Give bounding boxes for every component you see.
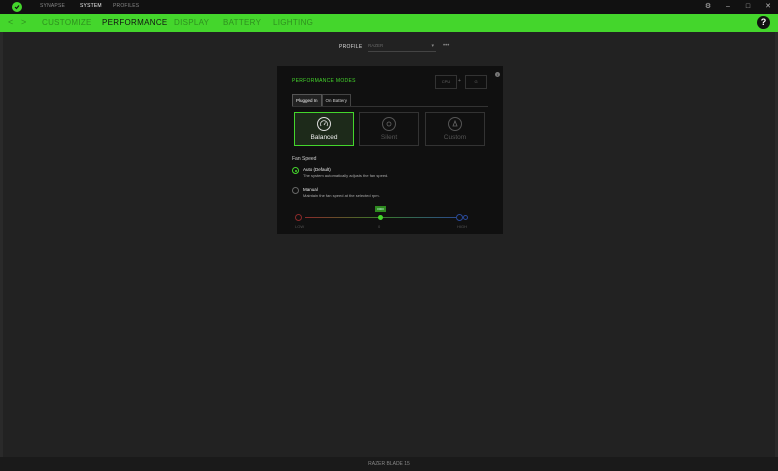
slider-label-low: LOW <box>295 224 305 229</box>
slider-label-mid: 0 <box>378 224 381 229</box>
mode-label-custom: Custom <box>443 134 467 141</box>
panel-title: PERFORMANCE MODES <box>292 78 356 84</box>
fan-max-icon <box>463 215 468 220</box>
tab-display[interactable]: DISPLAY <box>174 18 209 27</box>
maximize-icon[interactable]: □ <box>744 2 752 11</box>
top-tab-profiles[interactable]: PROFILES <box>113 3 139 9</box>
slider-tooltip: 0000 <box>375 206 386 212</box>
title-bar: SYNAPSE SYSTEM PROFILES ⚙ – □ ✕ <box>0 0 778 14</box>
gpu-mode-box[interactable]: G <box>465 75 487 89</box>
mode-label-silent: Silent <box>380 134 398 141</box>
profile-more-button[interactable]: ••• <box>443 43 449 49</box>
cpu-mode-box[interactable]: CPU <box>435 75 457 89</box>
tab-lighting[interactable]: LIGHTING <box>273 18 313 27</box>
settings-gear-icon[interactable]: ⚙ <box>704 2 712 11</box>
silent-fan-icon <box>382 117 396 131</box>
profile-label: PROFILE <box>339 44 363 50</box>
status-bar: RAZER BLADE 15 <box>0 457 778 471</box>
forward-arrow-icon[interactable]: > <box>21 17 26 28</box>
razer-logo-icon[interactable] <box>12 2 22 12</box>
chevron-down-icon: ▾ <box>431 43 434 49</box>
device-name: RAZER BLADE 15 <box>368 461 410 467</box>
fan-auto-radio[interactable] <box>292 167 299 174</box>
fan-manual-radio[interactable] <box>292 187 299 194</box>
top-tab-synapse[interactable]: SYNAPSE <box>40 3 65 9</box>
mode-silent-button[interactable]: Silent <box>359 112 419 146</box>
mode-custom-button[interactable]: Custom <box>425 112 485 146</box>
close-icon[interactable]: ✕ <box>764 2 772 11</box>
minimize-icon[interactable]: – <box>724 2 732 11</box>
mode-label-balanced: Balanced <box>310 134 338 141</box>
profile-dropdown[interactable]: RAZER ▾ <box>368 43 436 52</box>
slider-track-right <box>381 217 456 218</box>
back-arrow-icon[interactable]: < <box>8 17 13 28</box>
performance-panel: PERFORMANCE MODES i CPU + G Plugged In O… <box>277 66 503 234</box>
gauge-icon <box>317 117 331 131</box>
slider-label-high: HIGH <box>457 224 467 229</box>
mode-balanced-button[interactable]: Balanced <box>294 112 354 146</box>
top-tab-system[interactable]: SYSTEM <box>80 3 102 9</box>
high-fan-icon <box>456 214 463 221</box>
info-icon[interactable]: i <box>495 72 500 77</box>
profile-value: RAZER <box>368 43 384 48</box>
fan-manual-label: Manual <box>303 187 318 192</box>
tab-customize[interactable]: CUSTOMIZE <box>42 18 92 27</box>
fan-auto-label: Auto (Default) <box>303 167 331 172</box>
fan-speed-slider-thumb[interactable] <box>378 215 383 220</box>
help-button[interactable]: ? <box>757 16 770 29</box>
fan-manual-desc: Maintain the fan speed at the selected r… <box>303 193 380 198</box>
tab-divider <box>292 106 488 107</box>
fan-speed-title: Fan Speed <box>292 156 317 162</box>
slider-track-left <box>305 217 379 218</box>
tab-performance[interactable]: PERFORMANCE <box>102 18 168 27</box>
tab-battery[interactable]: BATTERY <box>223 18 261 27</box>
custom-icon <box>448 117 462 131</box>
plus-icon: + <box>458 78 461 84</box>
low-fan-icon <box>295 214 302 221</box>
nav-bar: < > CUSTOMIZE PERFORMANCE DISPLAY BATTER… <box>0 14 778 32</box>
window-controls: ⚙ – □ ✕ <box>704 2 772 11</box>
fan-auto-desc: The system automatically adjusts the fan… <box>303 173 389 178</box>
